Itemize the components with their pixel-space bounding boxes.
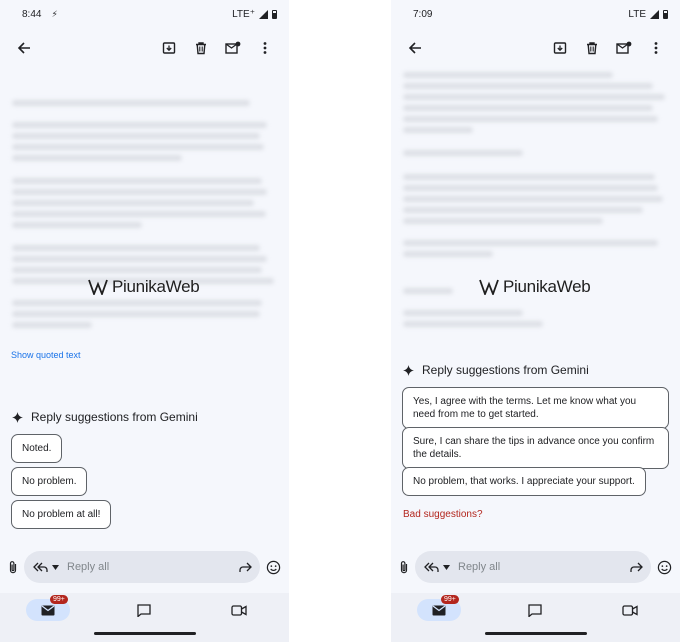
status-time: 8:44 (22, 8, 42, 20)
home-indicator[interactable] (93, 632, 196, 635)
archive-icon[interactable] (544, 32, 576, 64)
meet-icon (622, 604, 638, 616)
suggestion-chip[interactable]: No problem. (11, 467, 88, 496)
nav-chat[interactable] (122, 599, 166, 621)
bottom-nav: 99+ (391, 593, 680, 642)
status-bar: 8:44 ⚡ LTE⁺ (0, 0, 289, 28)
reply-input[interactable]: Reply all (415, 551, 651, 583)
reply-all-icon[interactable] (423, 561, 439, 573)
reply-all-icon[interactable] (32, 561, 48, 573)
nav-mail[interactable]: 99+ (417, 595, 461, 621)
signal-icon (259, 9, 268, 19)
reply-placeholder: Reply all (67, 561, 110, 573)
nav-mail[interactable]: 99+ (26, 595, 70, 621)
suggestion-chip[interactable]: No problem at all! (11, 500, 112, 529)
gemini-suggestions-header: Reply suggestions from Gemini (12, 410, 198, 424)
reply-bar: Reply all (0, 545, 289, 589)
mail-icon (41, 605, 55, 615)
app-bar (391, 28, 680, 68)
emoji-icon[interactable] (657, 560, 672, 575)
piunikaweb-logo-icon (479, 279, 499, 295)
home-indicator[interactable] (484, 632, 587, 635)
signal-icon (650, 9, 659, 19)
gemini-sparkle-icon (12, 411, 23, 423)
forward-icon[interactable] (238, 561, 252, 573)
network-type: LTE (628, 8, 646, 20)
unread-badge: 99+ (441, 595, 459, 604)
nav-meet[interactable] (217, 599, 261, 621)
attach-icon[interactable] (399, 560, 409, 574)
forward-icon[interactable] (629, 561, 643, 573)
meet-icon (231, 604, 247, 616)
suggestion-chip[interactable]: Sure, I can share the tips in advance on… (402, 427, 669, 469)
chevron-down-icon[interactable] (52, 564, 59, 570)
mark-unread-icon[interactable] (608, 32, 640, 64)
battery-icon (272, 9, 277, 19)
back-arrow-icon[interactable] (399, 32, 431, 64)
status-time: 7:09 (413, 8, 433, 20)
app-bar (0, 28, 289, 68)
delete-icon[interactable] (185, 32, 217, 64)
phone-right: 7:09 LTE PiunikaWeb Reply suggestions fr… (391, 0, 680, 642)
battery-icon (663, 9, 668, 19)
back-arrow-icon[interactable] (8, 32, 40, 64)
more-vert-icon[interactable] (249, 32, 281, 64)
archive-icon[interactable] (153, 32, 185, 64)
delete-icon[interactable] (576, 32, 608, 64)
mail-icon (432, 605, 446, 615)
more-vert-icon[interactable] (640, 32, 672, 64)
emoji-icon[interactable] (266, 560, 281, 575)
mark-unread-icon[interactable] (217, 32, 249, 64)
show-quoted-text-link[interactable]: Show quoted text (11, 350, 81, 360)
watermark-logo: PiunikaWeb (479, 277, 591, 297)
chat-icon (528, 603, 542, 617)
suggestion-chip[interactable]: Noted. (11, 434, 63, 463)
attach-icon[interactable] (8, 560, 18, 574)
bottom-nav: 99+ (0, 593, 289, 642)
gemini-suggestions-title: Reply suggestions from Gemini (422, 363, 589, 377)
watermark-text: PiunikaWeb (503, 277, 591, 296)
status-bar: 7:09 LTE (391, 0, 680, 28)
nfc-icon: ⚡ (51, 8, 58, 19)
gemini-sparkle-icon (403, 364, 414, 376)
reply-input[interactable]: Reply all (24, 551, 260, 583)
watermark-text: PiunikaWeb (112, 277, 200, 296)
gemini-suggestions-title: Reply suggestions from Gemini (31, 410, 198, 424)
reply-placeholder: Reply all (458, 561, 501, 573)
watermark-logo: PiunikaWeb (88, 277, 200, 297)
phone-left: 8:44 ⚡ LTE⁺ Show quoted text PiunikaWeb … (0, 0, 289, 642)
chat-icon (137, 603, 151, 617)
gemini-suggestions-header: Reply suggestions from Gemini (403, 363, 589, 377)
suggestion-chip[interactable]: No problem, that works. I appreciate you… (402, 467, 646, 496)
reply-bar: Reply all (391, 545, 680, 589)
chevron-down-icon[interactable] (443, 564, 450, 570)
unread-badge: 99+ (50, 595, 68, 604)
nav-chat[interactable] (513, 599, 557, 621)
suggestion-chip[interactable]: Yes, I agree with the terms. Let me know… (402, 387, 669, 429)
bad-suggestions-link[interactable]: Bad suggestions? (403, 509, 483, 520)
piunikaweb-logo-icon (88, 279, 108, 295)
network-type: LTE⁺ (232, 8, 255, 20)
nav-meet[interactable] (608, 599, 652, 621)
